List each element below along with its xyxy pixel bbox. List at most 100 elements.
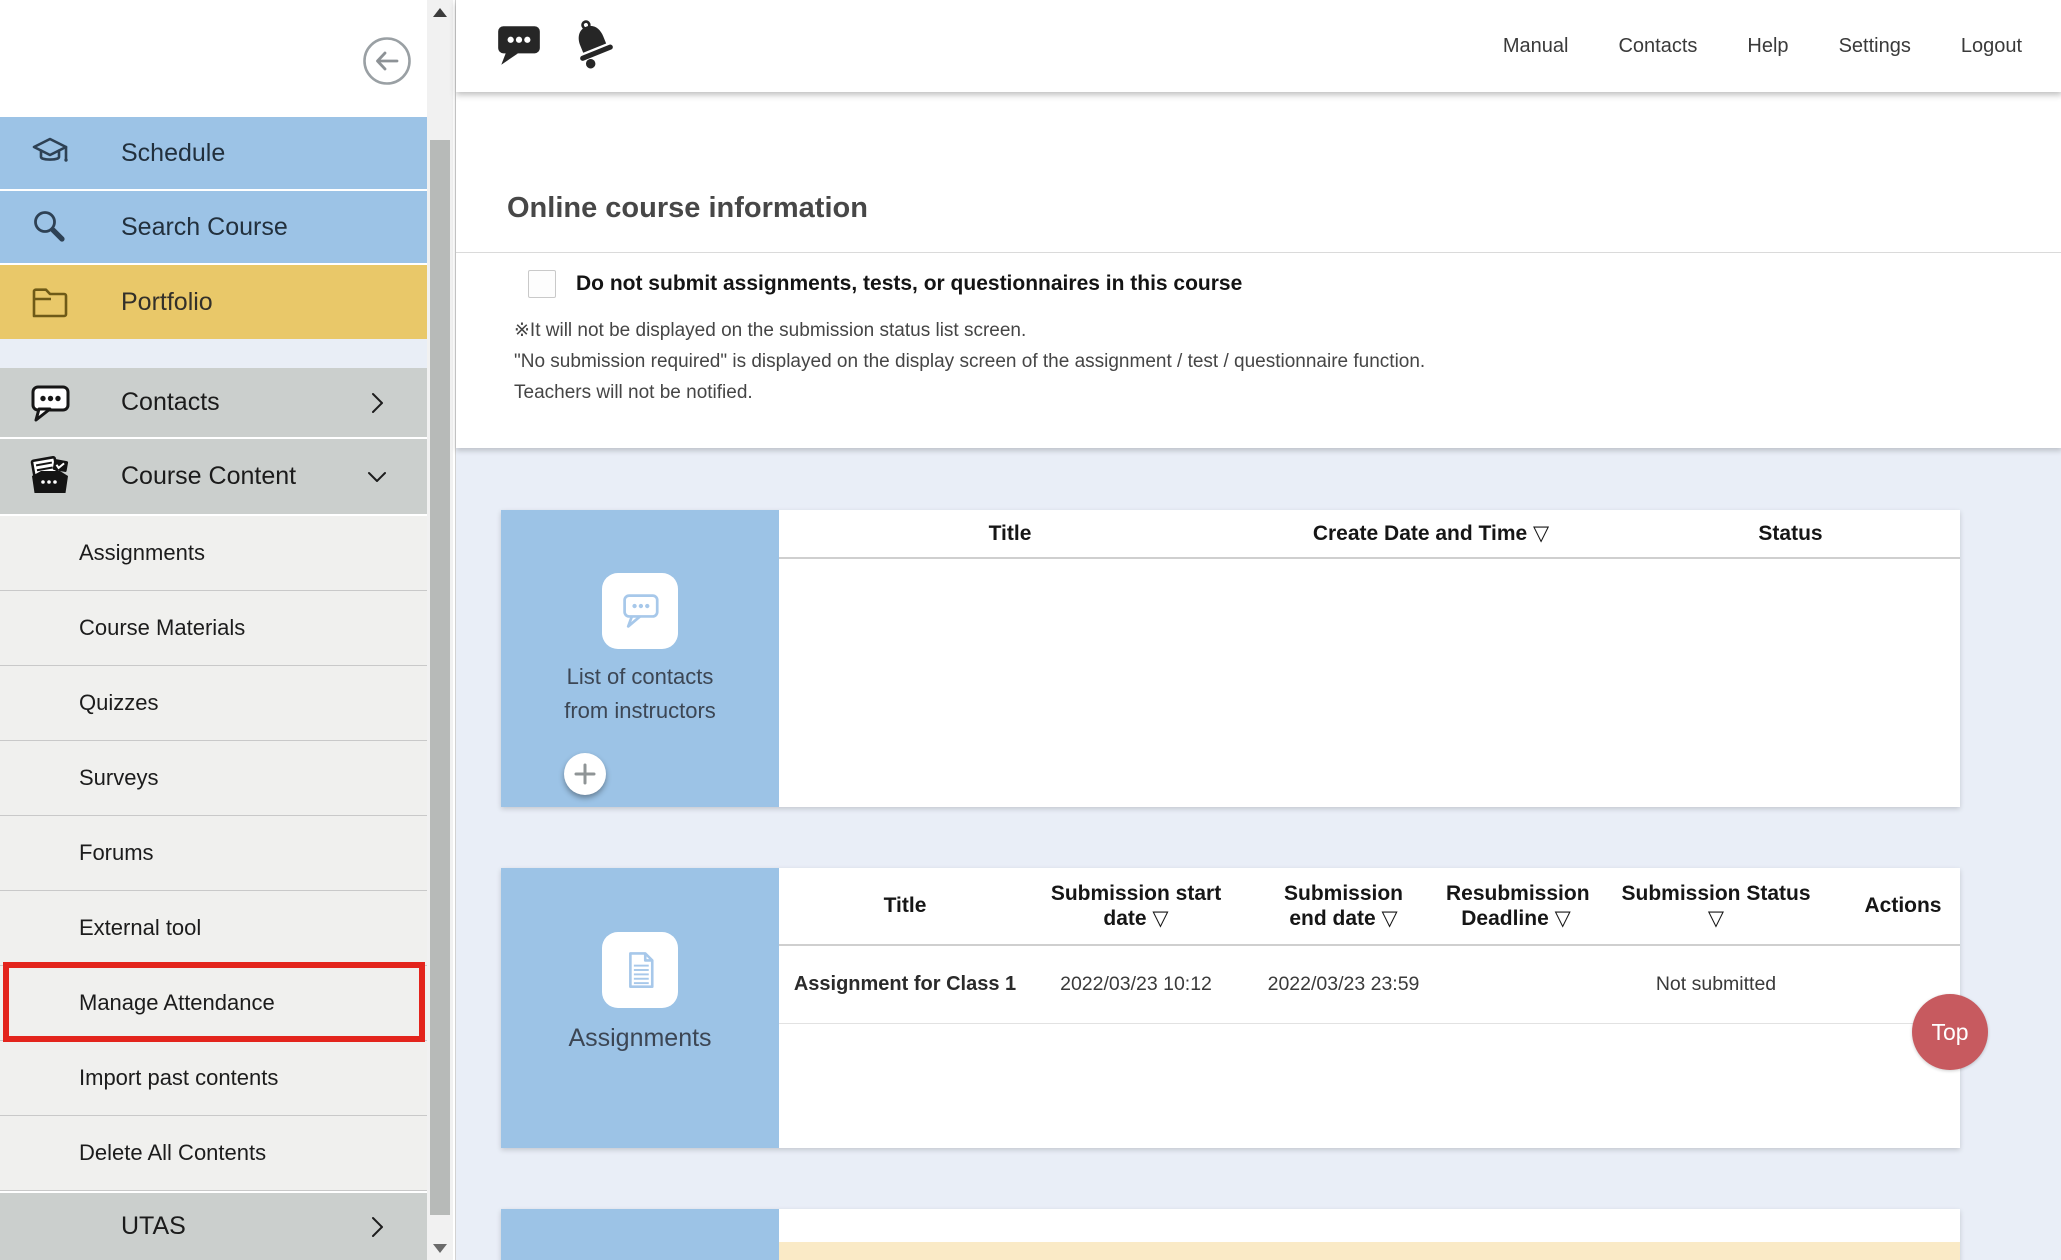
no-submit-checkbox[interactable] [528, 270, 556, 298]
assignments-card: Assignments Title Submission start date … [501, 868, 1960, 1148]
menu-item-logout[interactable]: Logout [1961, 35, 2022, 58]
folder-icon [26, 278, 74, 326]
contacts-panel-icon-tile [602, 573, 678, 649]
contacts-table: Title Create Date and Time ▽ Status [779, 510, 1960, 807]
contacts-panel-label-line2: from instructors [501, 694, 779, 728]
sidebar-item-utas[interactable]: UTAS [0, 1193, 427, 1260]
sidebar-subitem-assignments[interactable]: Assignments [0, 516, 427, 591]
sidebar-subitem-quizzes[interactable]: Quizzes [0, 666, 427, 741]
speech-bubble-icon [26, 379, 74, 427]
sidebar-subitem-delete-all-contents[interactable]: Delete All Contents [0, 1116, 427, 1191]
next-card-panel [501, 1209, 779, 1260]
scrollbar-down-arrow[interactable] [427, 1236, 453, 1260]
notifications-button[interactable] [566, 16, 620, 77]
sidebar-item-portfolio[interactable]: Portfolio [0, 265, 427, 339]
assignment-title-link[interactable]: Assignment for Class 1 [779, 972, 1031, 997]
subitem-label: Import past contents [79, 1065, 278, 1091]
contacts-panel-label: List of contacts from instructors [501, 660, 779, 728]
sidebar-subitem-surveys[interactable]: Surveys [0, 741, 427, 816]
assignment-submission-status: Not submitted [1586, 972, 1846, 996]
menu-item-contacts[interactable]: Contacts [1618, 35, 1697, 58]
header-line2: Deadline ▽ [1446, 906, 1586, 931]
subitem-label: External tool [79, 915, 201, 941]
note-line-3: Teachers will not be notified. [514, 382, 753, 404]
header-submission-status-sort[interactable]: Submission Status ▽ [1586, 881, 1846, 931]
header-line1: Actions [1846, 893, 1960, 918]
sidebar-collapse-button[interactable] [360, 34, 414, 88]
sidebar-item-label: UTAS [121, 1212, 186, 1241]
section-divider [456, 252, 2061, 253]
note-line-2: "No submission required" is displayed on… [514, 351, 1425, 373]
sidebar-item-course-content[interactable]: Course Content [0, 439, 427, 514]
no-submit-option-row: Do not submit assignments, tests, or que… [528, 270, 1242, 298]
contacts-table-header: Title Create Date and Time ▽ Status [779, 510, 1960, 559]
triangle-up-icon [433, 8, 447, 17]
header-line1: Submission start [1031, 881, 1241, 906]
plus-icon [564, 753, 606, 795]
chevron-right-icon [363, 389, 391, 417]
sidebar-item-label: Portfolio [121, 288, 213, 317]
header-submission-end-sort[interactable]: Submission end date ▽ [1241, 881, 1446, 931]
header-submission-start-sort[interactable]: Submission start date ▽ [1031, 881, 1241, 931]
course-content-box-icon [26, 453, 74, 501]
subitem-label: Delete All Contents [79, 1140, 266, 1166]
menu-item-manual[interactable]: Manual [1503, 35, 1569, 58]
page-title: Online course information [507, 192, 868, 225]
sidebar-subitem-manage-attendance[interactable]: Manage Attendance [0, 966, 427, 1041]
assignments-panel-icon-tile [602, 932, 678, 1008]
sidebar-subitem-external-tool[interactable]: External tool [0, 891, 427, 966]
scrollbar-up-arrow[interactable] [427, 0, 453, 24]
header-line1: Title [779, 893, 1031, 918]
back-arrow-icon [360, 34, 414, 88]
search-icon [26, 203, 74, 251]
messages-button[interactable] [494, 20, 544, 75]
assignment-end-date: 2022/03/23 23:59 [1241, 972, 1446, 996]
header-line1: Submission [1241, 881, 1446, 906]
next-section-card [501, 1209, 1960, 1260]
contacts-panel-label-line1: List of contacts [501, 660, 779, 694]
add-contact-button[interactable] [564, 753, 606, 795]
subitem-label: Manage Attendance [79, 990, 275, 1016]
course-info-section: Online course information Do not submit … [456, 92, 2061, 448]
header-line1: Submission Status [1586, 881, 1846, 906]
assignments-table: Title Submission start date ▽ Submission… [779, 868, 1960, 1148]
sidebar-item-search-course[interactable]: Search Course [0, 191, 427, 263]
sidebar-scrollbar[interactable] [427, 0, 453, 1260]
main-content: Manual Contacts Help Settings Logout Onl… [455, 0, 2061, 1260]
graduation-cap-icon [26, 129, 74, 177]
header-line2: ▽ [1586, 906, 1846, 931]
sidebar-item-schedule[interactable]: Schedule [0, 117, 427, 189]
sidebar-subitem-import-past-contents[interactable]: Import past contents [0, 1041, 427, 1116]
header-create-date-sort[interactable]: Create Date and Time ▽ [1241, 521, 1621, 546]
subitem-label: Surveys [79, 765, 158, 791]
next-card-table [779, 1209, 1960, 1260]
sidebar-subitem-forums[interactable]: Forums [0, 816, 427, 891]
sidebar-subitem-course-materials[interactable]: Course Materials [0, 591, 427, 666]
scroll-to-top-button[interactable]: Top [1912, 994, 1988, 1070]
no-submit-checkbox-label: Do not submit assignments, tests, or que… [576, 272, 1242, 296]
menu-item-settings[interactable]: Settings [1839, 35, 1911, 58]
assignment-start-date: 2022/03/23 10:12 [1031, 972, 1241, 996]
triangle-down-icon [433, 1244, 447, 1253]
subitem-label: Forums [79, 840, 154, 866]
assignments-panel-label: Assignments [501, 1021, 779, 1055]
sidebar-item-contacts[interactable]: Contacts [0, 368, 427, 437]
contacts-from-instructors-card: List of contacts from instructors Title … [501, 510, 1960, 807]
header-line2: end date ▽ [1241, 906, 1446, 931]
header-title: Title [779, 521, 1241, 546]
note-line-1: ※It will not be displayed on the submiss… [514, 319, 1026, 342]
bell-icon [566, 16, 620, 72]
subitem-label: Quizzes [79, 690, 158, 716]
header-resubmission-deadline-sort[interactable]: Resubmission Deadline ▽ [1446, 881, 1586, 931]
sidebar: Schedule Search Course Portfolio [0, 0, 427, 1260]
chat-bubble-outline-icon [611, 582, 669, 640]
document-icon [612, 942, 668, 998]
menu-item-help[interactable]: Help [1747, 35, 1788, 58]
scrollbar-thumb[interactable] [430, 140, 450, 1215]
assignment-table-row: Assignment for Class 1 2022/03/23 10:12 … [779, 946, 1960, 1024]
sidebar-item-label: Course Content [121, 462, 296, 491]
header-line1: Resubmission [1446, 881, 1586, 906]
sidebar-spacer [0, 339, 427, 368]
header-line2: date ▽ [1031, 906, 1241, 931]
subitem-label: Course Materials [79, 615, 245, 641]
